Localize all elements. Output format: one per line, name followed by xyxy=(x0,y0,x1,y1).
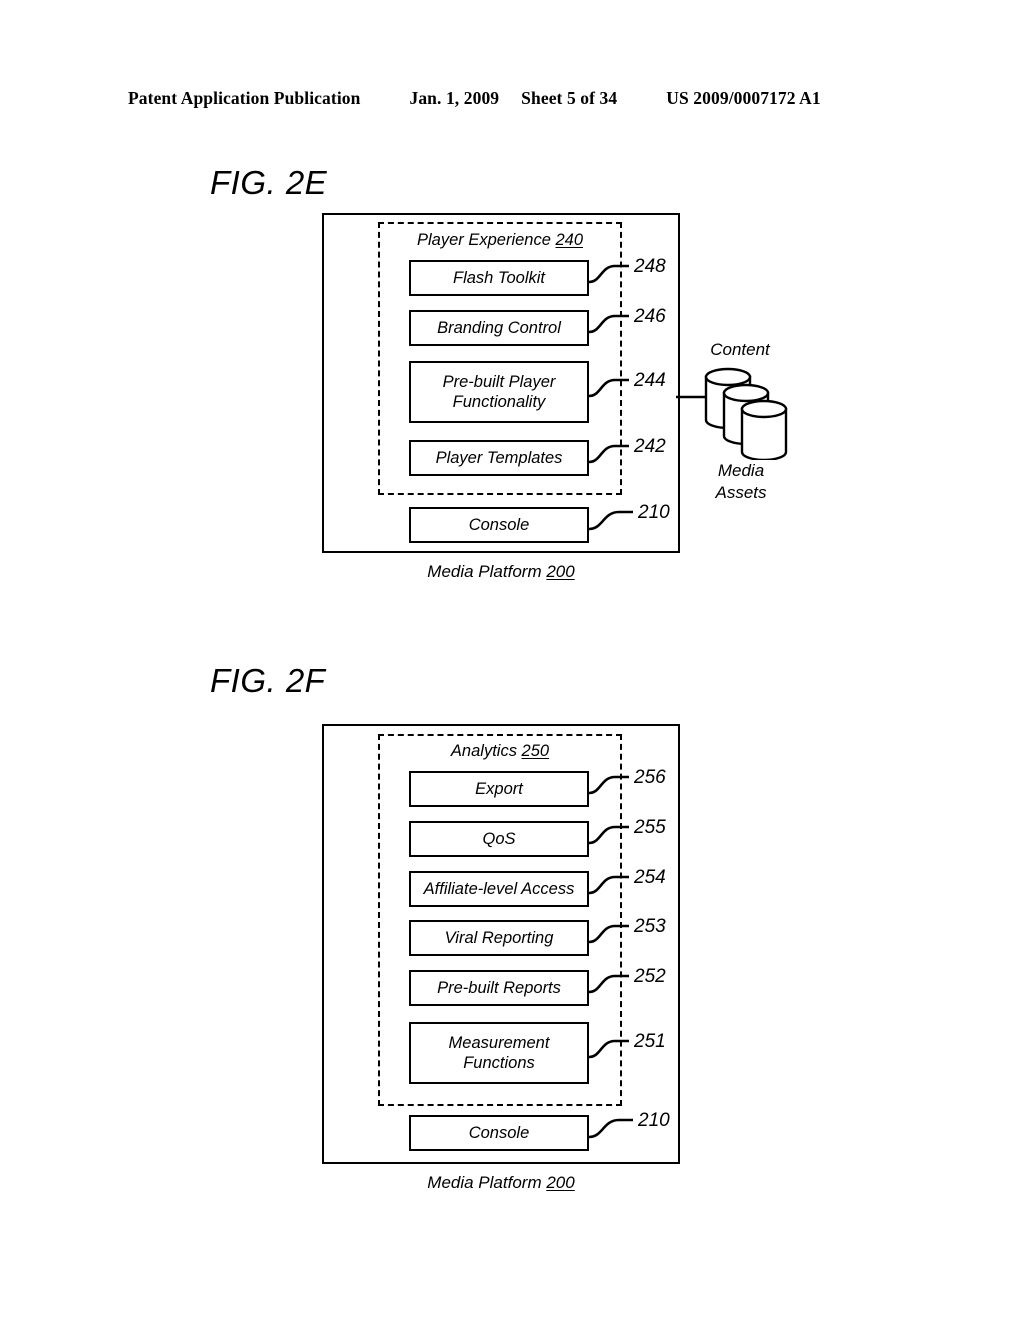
ref-callout-253: 253 xyxy=(634,916,666,937)
figure-title-2e: FIG. 2E xyxy=(210,164,328,201)
group-label-text: Player Experience xyxy=(416,231,556,249)
media-platform-label-2f: Media Platform 200 xyxy=(322,1173,680,1193)
figure-title-2f: FIG. 2F xyxy=(210,662,326,699)
module-branding-control[interactable]: Branding Control xyxy=(409,310,589,346)
module-console-2f[interactable]: Console xyxy=(409,1115,589,1151)
ref-callout-248: 248 xyxy=(634,256,666,277)
ref-callout-252: 252 xyxy=(634,966,666,987)
ref-callout-244: 244 xyxy=(634,370,666,391)
page-header: Patent Application Publication Jan. 1, 2… xyxy=(128,88,898,109)
module-measurement-functions[interactable]: Measurement Functions xyxy=(409,1022,589,1084)
ref-callout-256: 256 xyxy=(634,767,666,788)
module-export[interactable]: Export xyxy=(409,771,589,807)
module-viral-reporting[interactable]: Viral Reporting xyxy=(409,920,589,956)
patent-number-label: US 2009/0007172 A1 xyxy=(666,88,821,108)
publication-date-label: Jan. 1, 2009 xyxy=(409,88,500,108)
ref-callout-246: 246 xyxy=(634,306,666,327)
ref-callout-254: 254 xyxy=(634,867,666,888)
sheet-number-label: Sheet 5 of 34 xyxy=(521,88,618,108)
media-platform-label-2e: Media Platform 200 xyxy=(322,562,680,582)
group-ref-number: 240 xyxy=(555,231,584,249)
ref-callout-242: 242 xyxy=(634,436,666,457)
module-qos[interactable]: QoS xyxy=(409,821,589,857)
module-console-2e[interactable]: Console xyxy=(409,507,589,543)
leader-lines-2e xyxy=(588,264,633,531)
group-ref-number-2f: 250 xyxy=(521,742,550,760)
media-assets-cylinders xyxy=(676,367,788,460)
platform-ref-number: 200 xyxy=(546,562,575,581)
analytics-group-label: Analytics 250 xyxy=(378,742,622,761)
platform-label-text: Media Platform xyxy=(427,562,547,581)
content-label: Content xyxy=(710,340,770,359)
platform-label-text-2f: Media Platform xyxy=(427,1173,547,1192)
module-prebuilt-player-functionality[interactable]: Pre-built Player Functionality xyxy=(409,361,589,423)
ref-callout-251: 251 xyxy=(634,1031,666,1052)
database-cylinder-3 xyxy=(740,399,788,460)
ref-callout-210-2e: 210 xyxy=(638,502,670,523)
ref-callout-210-2f: 210 xyxy=(638,1110,670,1131)
module-player-templates[interactable]: Player Templates xyxy=(409,440,589,476)
group-label-text-2f: Analytics xyxy=(450,742,522,760)
player-experience-group-label: Player Experience 240 xyxy=(378,231,622,250)
publication-type-label: Patent Application Publication xyxy=(128,88,361,108)
module-affiliate-level-access[interactable]: Affiliate-level Access xyxy=(409,871,589,907)
module-prebuilt-reports[interactable]: Pre-built Reports xyxy=(409,970,589,1006)
platform-ref-number-2f: 200 xyxy=(546,1173,575,1192)
patent-sheet: Patent Application Publication Jan. 1, 2… xyxy=(0,0,1024,1320)
module-flash-toolkit[interactable]: Flash Toolkit xyxy=(409,260,589,296)
media-assets-label: Media Assets xyxy=(715,461,767,503)
ref-callout-255: 255 xyxy=(634,817,666,838)
